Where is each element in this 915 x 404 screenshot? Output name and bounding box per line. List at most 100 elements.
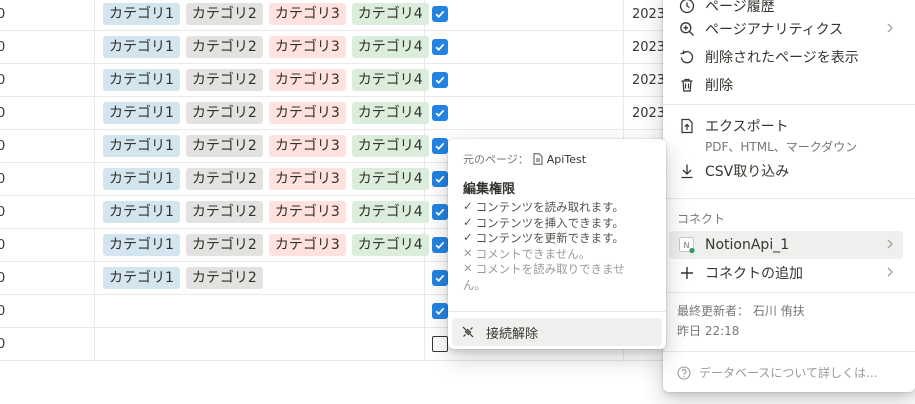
- help-link[interactable]: データベースについて詳しくは...: [677, 364, 878, 381]
- permission-denied: ✕ コメントを読み取りできませ: [463, 261, 625, 277]
- category-tag: カテゴリ1: [103, 135, 180, 157]
- category-tag: カテゴリ2: [185, 36, 263, 58]
- permission-text: コメントできません。: [475, 246, 591, 261]
- checkbox-unchecked[interactable]: [432, 336, 448, 352]
- cell-number-partial: 0: [0, 337, 6, 352]
- checkbox-checked[interactable]: [432, 138, 448, 154]
- cell-number-partial: 0: [0, 172, 6, 187]
- date-cell[interactable]: 2023: [632, 106, 665, 121]
- permissions-title: 編集権限: [463, 182, 516, 197]
- menu-item-label: ページ履歴: [705, 0, 775, 15]
- category-tag: カテゴリ3: [268, 201, 346, 223]
- multi-select-cell[interactable]: カテゴリ1 カテゴリ2 カテゴリ3 カテゴリ4: [103, 69, 429, 91]
- source-page-name[interactable]: ApiTest: [547, 153, 586, 166]
- connect-section-header: コネクト: [677, 212, 726, 226]
- checkbox-checked[interactable]: [432, 270, 448, 286]
- category-tag: カテゴリ2: [185, 267, 263, 289]
- multi-select-cell[interactable]: カテゴリ1 カテゴリ2 カテゴリ3 カテゴリ4: [103, 234, 429, 256]
- menu-item-delete[interactable]: 削除: [669, 71, 903, 99]
- menu-item-export[interactable]: エクスポート: [669, 112, 903, 140]
- checkbox-checked[interactable]: [432, 72, 448, 88]
- category-tag: カテゴリ1: [103, 201, 180, 223]
- notion-logo-icon: N: [677, 235, 697, 255]
- category-tag: カテゴリ3: [268, 3, 346, 25]
- checkbox-checked[interactable]: [432, 303, 448, 319]
- category-tag: カテゴリ1: [103, 69, 180, 91]
- menu-item-csv-import[interactable]: CSV取り込み: [669, 157, 903, 185]
- menu-item-label: 削除: [705, 78, 733, 94]
- checkbox-checked[interactable]: [432, 237, 448, 253]
- category-tag: カテゴリ1: [103, 234, 180, 256]
- category-tag: カテゴリ2: [185, 135, 263, 157]
- permission-text: コンテンツを更新できます。: [475, 231, 624, 245]
- plus-icon: [677, 263, 697, 283]
- checkbox-checked[interactable]: [432, 171, 448, 187]
- permission-allowed: ✓ コンテンツを更新できます。: [463, 230, 624, 246]
- multi-select-cell[interactable]: カテゴリ1 カテゴリ2 カテゴリ3 カテゴリ4: [103, 102, 429, 124]
- cell-number-partial: 0: [0, 40, 6, 55]
- category-tag: カテゴリ3: [268, 135, 346, 157]
- last-edited-label: 最終更新者：: [677, 304, 750, 318]
- date-cell[interactable]: 2023: [632, 40, 665, 55]
- menu-divider: [663, 104, 915, 105]
- category-tag: カテゴリ1: [103, 3, 180, 25]
- category-tag: カテゴリ1: [103, 168, 180, 190]
- check-icon: ✓: [463, 214, 473, 229]
- multi-select-cell[interactable]: カテゴリ1 カテゴリ2 カテゴリ3 カテゴリ4: [103, 135, 429, 157]
- menu-item-page-analytics[interactable]: ページアナリティクス: [669, 15, 903, 43]
- help-circle-icon: [677, 365, 691, 380]
- category-tag: カテゴリ3: [268, 69, 346, 91]
- last-edited-user: 石川 侑扶: [752, 304, 805, 318]
- menu-divider: [663, 351, 915, 352]
- date-cell[interactable]: 2023: [632, 7, 665, 22]
- multi-select-cell[interactable]: カテゴリ1 カテゴリ2: [103, 267, 263, 289]
- category-tag: カテゴリ3: [268, 168, 346, 190]
- menu-item-label: 削除されたページを表示: [705, 50, 859, 66]
- check-icon: ✓: [463, 199, 473, 213]
- source-page-label: 元のページ：: [463, 153, 529, 166]
- category-tag: カテゴリ3: [268, 102, 346, 124]
- menu-item-show-deleted[interactable]: 削除されたページを表示: [669, 43, 903, 71]
- menu-item-add-connection[interactable]: コネクトの追加: [669, 259, 903, 287]
- date-cell[interactable]: 2023: [632, 73, 665, 88]
- cross-icon: ✕: [463, 245, 473, 260]
- svg-text:N: N: [684, 241, 690, 250]
- permission-text: ん。: [463, 277, 486, 292]
- cell-number-partial: 0: [0, 238, 6, 253]
- permission-allowed: ✓ コンテンツを読み取れます。: [463, 199, 624, 215]
- multi-select-cell[interactable]: カテゴリ1 カテゴリ2 カテゴリ3 カテゴリ4: [103, 168, 429, 190]
- category-tag: カテゴリ2: [185, 102, 263, 124]
- category-tag: カテゴリ2: [185, 234, 263, 256]
- menu-divider: [663, 292, 915, 293]
- menu-item-connection-notionapi[interactable]: N NotionApi_1: [669, 231, 903, 259]
- checkbox-checked[interactable]: [432, 39, 448, 55]
- export-file-icon: [677, 116, 697, 136]
- export-subtitle: PDF、HTML、マークダウン: [705, 140, 858, 154]
- clock-icon: [677, 0, 697, 16]
- database-options-menu: ページ履歴 ページアナリティクス 削除されたページを表示 削除 エクスポート P…: [663, 0, 915, 392]
- category-tag: カテゴリ2: [185, 201, 263, 223]
- checkbox-checked[interactable]: [432, 105, 448, 121]
- undo-icon: [677, 47, 697, 67]
- chevron-right-icon: [885, 20, 895, 40]
- disconnect-label: 接続解除: [486, 326, 539, 342]
- category-tag: カテゴリ4: [351, 234, 429, 256]
- category-tag: カテゴリ3: [268, 234, 346, 256]
- checkbox-checked[interactable]: [432, 6, 448, 22]
- multi-select-cell[interactable]: カテゴリ1 カテゴリ2 カテゴリ3 カテゴリ4: [103, 3, 429, 25]
- multi-select-cell[interactable]: カテゴリ1 カテゴリ2 カテゴリ3 カテゴリ4: [103, 201, 429, 223]
- category-tag: カテゴリ1: [103, 267, 180, 289]
- page-icon: [533, 153, 543, 165]
- category-tag: カテゴリ2: [185, 168, 263, 190]
- multi-select-cell[interactable]: カテゴリ1 カテゴリ2 カテゴリ3 カテゴリ4: [103, 36, 429, 58]
- permission-allowed: ✓ コンテンツを挿入できます。: [463, 215, 624, 231]
- category-tag: カテゴリ1: [103, 36, 180, 58]
- help-link-label: データベースについて詳しくは...: [699, 366, 878, 380]
- menu-item-label: CSV取り込み: [705, 164, 790, 180]
- disconnect-button[interactable]: 接続解除: [452, 318, 662, 346]
- chevron-right-icon: [885, 264, 895, 284]
- category-tag: カテゴリ2: [185, 69, 263, 91]
- permission-text: コメントを読み取りできませ: [475, 262, 625, 276]
- checkbox-checked[interactable]: [432, 204, 448, 220]
- menu-item-label: コネクトの追加: [705, 266, 803, 282]
